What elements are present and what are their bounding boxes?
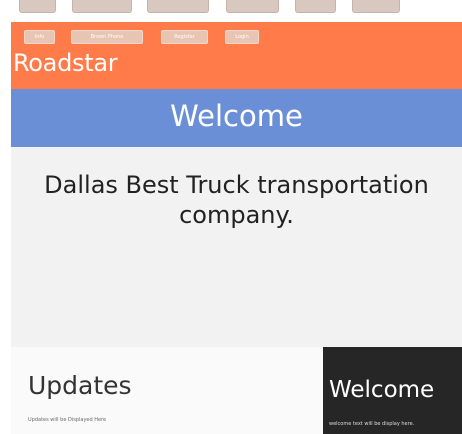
welcome-box-subtitle: welcome text will be display here.	[329, 421, 415, 427]
top-tab[interactable]	[147, 0, 209, 13]
updates-title: Updates	[28, 371, 132, 400]
top-tab[interactable]	[352, 0, 400, 13]
nav-item[interactable]: Brown Phone	[71, 30, 143, 44]
nav-item[interactable]: Info	[24, 30, 55, 44]
nav-item[interactable]: Register	[161, 30, 208, 44]
site-header: Info Brown Phone Register Login Roadstar	[11, 22, 462, 89]
top-tab-strip	[0, 0, 462, 22]
welcome-banner: Welcome	[11, 89, 462, 147]
welcome-box: Welcome welcome text will be display her…	[323, 347, 462, 434]
nav-item[interactable]: Login	[225, 30, 259, 44]
updates-subtitle: Updates will be Displayed Here	[28, 417, 107, 423]
top-tab[interactable]	[72, 0, 132, 13]
top-tab[interactable]	[226, 0, 279, 13]
site-brand[interactable]: Roadstar	[13, 49, 118, 77]
top-tab[interactable]	[295, 0, 336, 13]
updates-section: Updates Updates will be Displayed Here	[11, 347, 323, 434]
hero-section: Dallas Best Truck transportation company…	[11, 147, 462, 347]
welcome-box-title: Welcome	[329, 377, 435, 403]
top-tab[interactable]	[19, 0, 56, 13]
page: Info Brown Phone Register Login Roadstar…	[0, 0, 462, 434]
hero-text: Dallas Best Truck transportation company…	[44, 171, 429, 229]
welcome-banner-title: Welcome	[170, 99, 303, 133]
